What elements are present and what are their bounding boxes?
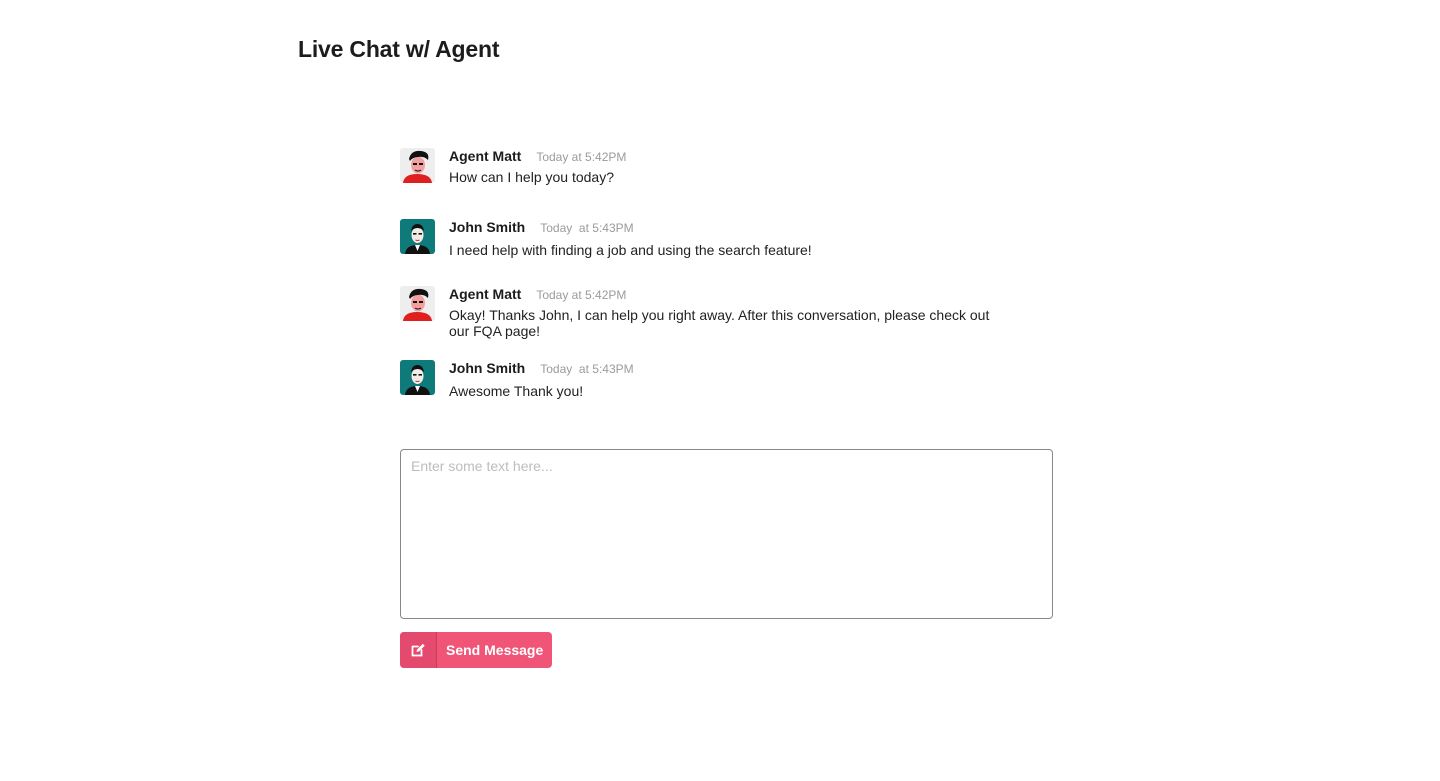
message-text: Awesome Thank you! [449,383,584,399]
message-text: I need help with finding a job and using… [449,242,812,258]
agent-avatar [400,286,435,321]
message-author[interactable]: John Smith [449,219,525,235]
send-message-label: Send Message [446,642,544,658]
user-avatar [400,360,435,395]
message-text: How can I help you today? [449,169,614,185]
message-author[interactable]: John Smith [449,360,525,376]
message-timestamp: Today at 5:43PM [540,221,634,235]
agent-avatar [400,148,435,183]
message-text: Okay! Thanks John, I can help you right … [449,307,990,339]
reply-form: Send Message [400,449,1053,668]
edit-icon [400,632,437,668]
message-timestamp: Today at 5:42PM [536,288,627,302]
user-avatar [400,219,435,254]
message-author[interactable]: Agent Matt [449,148,521,164]
message-input[interactable] [400,449,1053,619]
message-timestamp: Today at 5:42PM [536,150,627,164]
message-timestamp: Today at 5:43PM [540,362,634,376]
send-message-button[interactable]: Send Message [400,632,553,668]
page-title: Live Chat w/ Agent [298,36,500,62]
message-author[interactable]: Agent Matt [449,286,521,302]
